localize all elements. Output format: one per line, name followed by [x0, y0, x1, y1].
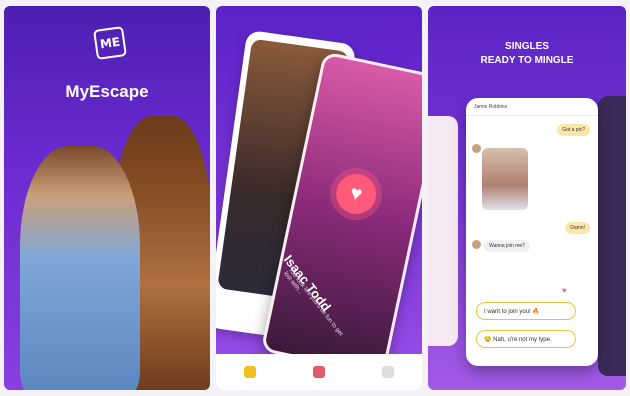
promo-panel-logo: ME MyEscape — [4, 6, 210, 390]
headline-line-1: SINGLES — [505, 41, 549, 52]
app-name: MyEscape — [65, 82, 149, 101]
message-got-pic: Got a pic? — [557, 124, 590, 136]
contact-avatar — [472, 144, 481, 153]
side-screen-right — [598, 96, 626, 376]
like-heart-icon[interactable]: ♥ — [332, 170, 380, 218]
chat-screen: Jamie Robbins Got a pic? Damn! Wanna joi… — [466, 98, 598, 366]
nav-icon-home[interactable] — [244, 366, 257, 378]
card-quote: You look like you'd be fun to get lost w… — [282, 267, 344, 338]
logo-text: ME — [99, 34, 121, 52]
headline-line-2: READY TO MINGLE — [480, 55, 574, 66]
chat-photo[interactable] — [482, 148, 528, 210]
male-character-image — [20, 146, 140, 390]
headline: SINGLES READY TO MINGLE — [428, 40, 626, 68]
promo-panel-chat: SINGLES READY TO MINGLE Jamie Robbins Go… — [428, 6, 626, 390]
reply-option-2[interactable]: 😒 Nah, u're not my type. — [476, 330, 576, 348]
contact-avatar-2 — [472, 240, 481, 249]
promo-panel-cards: ♥ Isaac Todd You look like you'd be fun … — [216, 6, 422, 390]
reply-option-1[interactable]: I want to join you! 🔥 — [476, 302, 576, 320]
nav-icon-chat[interactable] — [312, 366, 325, 378]
message-wanna-join: Wanna join me? — [484, 240, 530, 252]
app-logo-icon: ME — [93, 26, 127, 60]
chat-contact-name: Jamie Robbins — [466, 98, 598, 116]
nav-icon-profile[interactable] — [381, 366, 394, 378]
side-screen-left — [428, 116, 458, 346]
phone-nav-bar — [216, 354, 422, 390]
heart-icon: ♥ — [562, 286, 567, 295]
message-damn: Damn! — [565, 222, 590, 234]
